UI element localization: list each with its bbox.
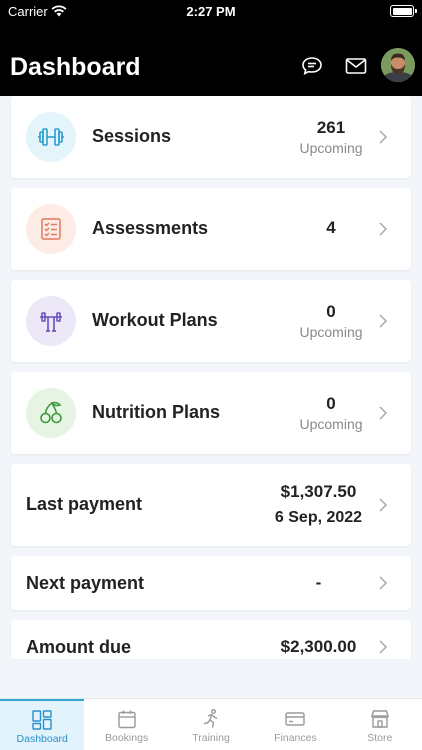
dashboard-icon: [32, 710, 52, 730]
dumbbell-icon: [38, 128, 64, 146]
battery-icon: [390, 5, 417, 17]
nutrition-plans-label: Nutrition Plans: [92, 402, 221, 422]
tab-store-label: Store: [367, 732, 393, 744]
tab-dashboard-label: Dashboard: [16, 733, 68, 745]
assessments-count: 4: [326, 218, 336, 237]
chevron-right-icon: [379, 314, 388, 328]
nutrition-plans-card[interactable]: Nutrition Plans 0 Upcoming: [11, 372, 411, 454]
store-icon: [370, 710, 389, 728]
sessions-icon-badge: [26, 112, 76, 162]
next-payment-label: Next payment: [26, 573, 145, 593]
workout-plans-card[interactable]: Workout Plans 0 Upcoming: [11, 280, 411, 362]
workout-plans-count: 0: [326, 302, 336, 321]
workout-plans-icon-badge: [26, 296, 76, 346]
chevron-right-icon: [379, 130, 388, 144]
nutrition-plans-sub: Upcoming: [299, 416, 363, 432]
chat-icon[interactable]: [300, 54, 324, 78]
nutrition-plans-count: 0: [326, 394, 336, 413]
status-bar: Carrier 2:27 PM: [0, 0, 422, 24]
amount-due-card[interactable]: Amount due $2,300.00: [11, 620, 411, 659]
last-payment-label: Last payment: [26, 494, 143, 514]
status-time: 2:27 PM: [186, 4, 236, 19]
checklist-icon: [41, 218, 61, 240]
next-payment-amount: -: [315, 573, 322, 592]
workout-plans-stat: 0 Upcoming: [271, 302, 391, 340]
sessions-stat: 261 Upcoming: [271, 118, 391, 156]
workout-plans-sub: Upcoming: [299, 324, 363, 340]
chevron-right-icon: [379, 498, 388, 512]
next-payment-card[interactable]: Next payment -: [11, 556, 411, 610]
sessions-count: 261: [316, 118, 346, 137]
amount-due-value: $2,300.00: [280, 637, 357, 656]
avatar[interactable]: [381, 48, 415, 82]
sessions-sub: Upcoming: [299, 140, 363, 156]
last-payment-amount: $1,307.50: [280, 482, 357, 501]
chevron-right-icon: [379, 640, 388, 654]
chevron-right-icon: [379, 576, 388, 590]
page-title: Dashboard: [10, 53, 141, 81]
last-payment-card[interactable]: Last payment $1,307.50 6 Sep, 2022: [11, 464, 411, 546]
cherries-icon: [40, 401, 62, 424]
tab-dashboard[interactable]: Dashboard: [0, 699, 85, 750]
sessions-card[interactable]: Sessions 261 Upcoming: [11, 96, 411, 178]
assessments-stat: 4: [271, 218, 391, 238]
dashboard-content: Sessions 261 Upcoming Assessments 4 Work…: [0, 96, 422, 659]
chevron-right-icon: [379, 406, 388, 420]
workout-plans-label: Workout Plans: [92, 310, 218, 330]
runner-icon: [203, 709, 218, 728]
calendar-icon: [117, 710, 136, 729]
mail-icon[interactable]: [344, 54, 368, 78]
tab-store[interactable]: Store: [338, 699, 422, 750]
tab-finances-label: Finances: [274, 732, 317, 744]
assessments-icon-badge: [26, 204, 76, 254]
app-header: Dashboard: [0, 24, 422, 96]
card-icon: [285, 712, 306, 726]
tab-bar: Dashboard Bookings Training Finances Sto…: [0, 698, 422, 750]
tab-finances[interactable]: Finances: [253, 699, 337, 750]
last-payment-date: 6 Sep, 2022: [274, 509, 363, 526]
amount-due-label: Amount due: [26, 637, 131, 657]
tab-bookings-label: Bookings: [105, 732, 149, 744]
nutrition-plans-stat: 0 Upcoming: [271, 394, 391, 432]
tab-training[interactable]: Training: [169, 699, 253, 750]
sessions-label: Sessions: [92, 126, 172, 146]
tab-training-label: Training: [192, 732, 230, 744]
barbell-icon: [40, 312, 62, 332]
nutrition-plans-icon-badge: [26, 388, 76, 438]
assessments-label: Assessments: [92, 218, 209, 238]
chevron-right-icon: [379, 222, 388, 236]
tab-bookings[interactable]: Bookings: [84, 699, 168, 750]
assessments-card[interactable]: Assessments 4: [11, 188, 411, 270]
